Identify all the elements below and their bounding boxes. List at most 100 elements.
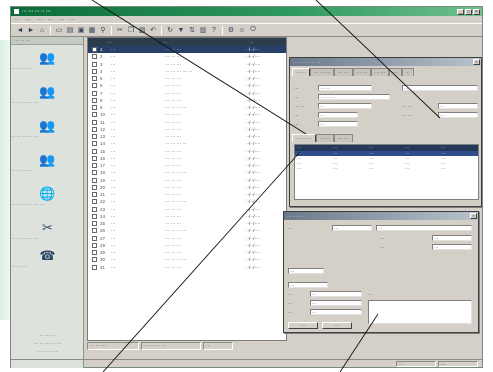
menu-item[interactable]: ···: [37, 17, 42, 23]
list-item[interactable]: 9 ··· ··· ··· ··· ··· ··/··/····: [88, 104, 286, 111]
sidebar-item-3[interactable]: 👥 ··· ··· ··· ··· ···: [11, 118, 84, 139]
list-item[interactable]: 18 ··· ··· ··· ··· ··· ··/··/····: [88, 169, 286, 176]
list-item[interactable]: 12 ··· ··· ··· ··· ··/··/····: [88, 126, 286, 133]
row-checkbox[interactable]: [92, 192, 97, 198]
list-item[interactable]: 10 ··· ··· ··· ··· ··/··/····: [88, 111, 286, 118]
row-checkbox[interactable]: [92, 54, 97, 60]
minimize-button[interactable]: _: [457, 8, 464, 15]
maximize-button[interactable]: □: [465, 8, 472, 15]
sidebar-footer-link[interactable]: ··· ··· ··· ··· ···: [13, 341, 82, 346]
list-item[interactable]: 11 ··· ··· ··· ··· ··/··/····: [88, 119, 286, 126]
row-checkbox[interactable]: [92, 184, 97, 190]
title-bar[interactable]: ··· ··· ··· ·· ··· _ □ ×: [11, 7, 482, 16]
row-checkbox[interactable]: [92, 83, 97, 89]
list-item[interactable]: 29 ··· ··· ··· ··· ··/··/····: [88, 249, 286, 256]
text-field[interactable]: ···: [288, 282, 328, 288]
sub-window-titlebar[interactable]: ··· ··· ··· ×: [284, 212, 478, 220]
row-checkbox[interactable]: [92, 76, 97, 82]
row-checkbox[interactable]: [92, 199, 97, 205]
exit-icon[interactable]: ⏻: [248, 25, 258, 35]
list-item[interactable]: 7 ··· ··· ··· ··· ··/··/····: [88, 90, 286, 97]
close-icon[interactable]: ×: [470, 213, 477, 219]
row-checkbox[interactable]: [92, 68, 97, 74]
subtab[interactable]: ··· ···: [334, 134, 353, 142]
list-item[interactable]: 13 ··· ··· ··· ··· ··/··/····: [88, 133, 286, 140]
row-checkbox[interactable]: [92, 134, 97, 140]
save-icon[interactable]: ▣: [76, 25, 86, 35]
sort-icon[interactable]: ⇅: [187, 25, 197, 35]
settings-icon[interactable]: ⚙: [226, 25, 236, 35]
list-item[interactable]: 21 ··· ··· ··· ··· ··/··/····: [88, 191, 286, 198]
list-item[interactable]: 24 ··· ··· ··· ··· ··/··/····: [88, 213, 286, 220]
row-checkbox[interactable]: [92, 112, 97, 118]
detail-window-titlebar[interactable]: ··· ··· ··· ··· ··· ×: [290, 58, 481, 66]
row-checkbox[interactable]: [92, 90, 97, 96]
text-field[interactable]: ···: [376, 225, 472, 231]
column-header[interactable]: ···: [246, 40, 254, 45]
text-field[interactable]: ···: [310, 309, 362, 315]
undo-icon[interactable]: ↶: [148, 25, 158, 35]
tab[interactable]: ··· ···: [370, 68, 389, 76]
menu-item[interactable]: ···: [48, 17, 53, 23]
sidebar-item-7[interactable]: ☎ ··· ··· ···: [11, 248, 84, 269]
menu-item[interactable]: ···: [26, 17, 31, 23]
row-checkbox[interactable]: [92, 148, 97, 154]
sidebar-item-4[interactable]: 👥 ··· ··· ··· ···: [11, 152, 84, 173]
text-field[interactable]: ··· ··· ···: [318, 94, 390, 100]
open-folder-icon[interactable]: ▤: [65, 25, 75, 35]
list-item[interactable]: 27 ··· ··· ··· ··· ··/··/····: [88, 235, 286, 242]
text-field[interactable]: ···: [432, 244, 472, 250]
row-checkbox[interactable]: [92, 155, 97, 161]
text-field[interactable]: ···: [310, 300, 362, 306]
menu-item[interactable]: ···: [59, 17, 64, 23]
tab[interactable]: ···: [401, 68, 414, 76]
column-header[interactable]: ···: [160, 40, 246, 45]
home-icon[interactable]: ⌂: [37, 25, 47, 35]
list-item[interactable]: 19 ··· ··· ··· ··· ··/··/····: [88, 177, 286, 184]
row-checkbox[interactable]: [92, 170, 97, 176]
text-field[interactable]: ···: [402, 85, 478, 91]
new-document-icon[interactable]: ▭: [54, 25, 64, 35]
copy-icon[interactable]: ❐: [126, 25, 136, 35]
list-item[interactable]: 16 ··· ··· ··· ··· ··/··/····: [88, 155, 286, 162]
sidebar-item-1[interactable]: 👥 ··· ··· ··· ···: [11, 50, 84, 71]
close-button[interactable]: ×: [473, 8, 480, 15]
back-icon[interactable]: ◄: [15, 25, 25, 35]
row-checkbox[interactable]: [92, 213, 97, 219]
row-checkbox[interactable]: [92, 47, 97, 53]
print-icon[interactable]: ▦: [87, 25, 97, 35]
close-icon[interactable]: ×: [473, 59, 480, 65]
menu-item[interactable]: ···: [15, 17, 20, 23]
row-checkbox[interactable]: [92, 105, 97, 111]
row-checkbox[interactable]: [92, 221, 97, 227]
row-checkbox[interactable]: [92, 177, 97, 183]
list-item[interactable]: 8 ··· ··· ··· ··· ··/··/····: [88, 97, 286, 104]
grid-row[interactable]: ··· ··· ··· ··· ···: [295, 166, 478, 171]
row-checkbox[interactable]: [92, 235, 97, 241]
column-header[interactable]: ···: [104, 40, 160, 45]
forward-icon[interactable]: ►: [26, 25, 36, 35]
row-checkbox[interactable]: [92, 250, 97, 256]
subtab[interactable]: ··· ···: [316, 134, 335, 142]
notes-textarea[interactable]: [368, 300, 472, 324]
list-item[interactable]: 20 ··· ··· ··· ··· ··/··/····: [88, 184, 286, 191]
text-field[interactable]: ···: [332, 225, 372, 231]
subtab[interactable]: ··· ··· ···: [292, 134, 316, 142]
refresh-icon[interactable]: ↻: [165, 25, 175, 35]
text-field[interactable]: ···: [318, 103, 372, 109]
text-field[interactable]: ···: [318, 112, 358, 118]
sub-window-button[interactable]: ···: [322, 322, 352, 329]
list-item[interactable]: 6 ··· ··· ··· ··· ··/··/····: [88, 82, 286, 89]
text-field[interactable]: ···: [438, 112, 478, 118]
text-field[interactable]: ··· ···: [318, 85, 372, 91]
help-icon[interactable]: ?: [209, 25, 219, 35]
row-checkbox[interactable]: [92, 61, 97, 67]
sidebar-footer-link[interactable]: ··· ··· ···: [13, 333, 82, 338]
text-field[interactable]: ···: [318, 121, 358, 127]
cut-icon[interactable]: ✂: [115, 25, 125, 35]
dropdown[interactable]: ···: [288, 268, 324, 274]
sidebar-footer-link[interactable]: ··· ··· ··· ···: [13, 349, 82, 354]
filter-icon[interactable]: ▼: [176, 25, 186, 35]
chart-icon[interactable]: ▥: [198, 25, 208, 35]
tab[interactable]: ··· ···: [292, 68, 311, 76]
